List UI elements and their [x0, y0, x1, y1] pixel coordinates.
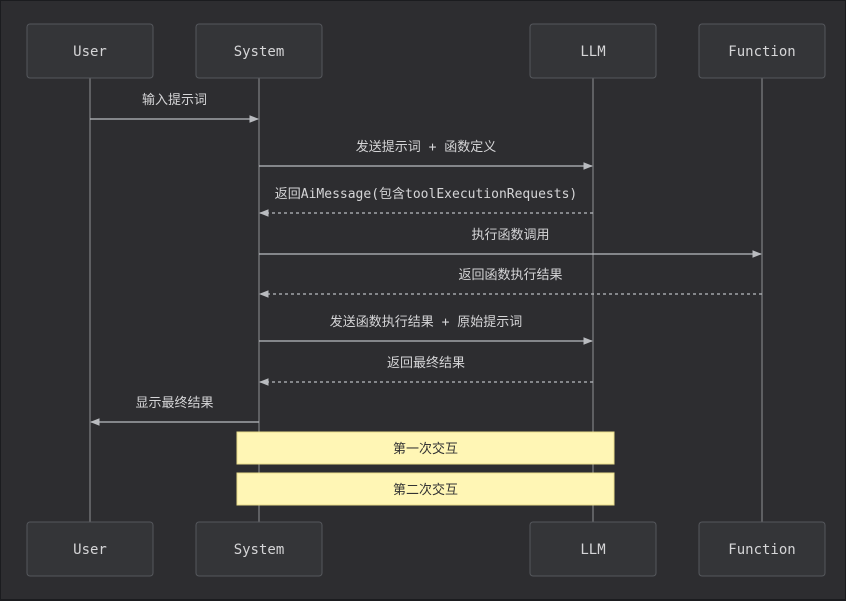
message-label-8: 显示最终结果 [135, 395, 213, 411]
message-label-1: 输入提示词 [142, 92, 207, 108]
message-label-7: 返回最终结果 [387, 355, 465, 371]
actor-label-system-top: System [234, 44, 285, 60]
actor-function-top: Function [698, 23, 826, 79]
actor-llm-bottom: LLM [529, 521, 657, 577]
message-label-2: 发送提示词 + 函数定义 [356, 139, 496, 155]
message-8: 显示最终结果 [90, 395, 259, 426]
actor-label-llm-bottom: LLM [580, 542, 605, 558]
actor-system-bottom: System [195, 521, 323, 577]
actors-bottom: User System LLM Function [26, 521, 826, 577]
actor-label-user-bottom: User [73, 542, 107, 558]
message-label-3: 返回AiMessage(包含toolExecutionRequests) [275, 186, 577, 202]
note-2: 第二次交互 [236, 472, 615, 506]
actor-label-system-bottom: System [234, 542, 285, 558]
message-label-5: 返回函数执行结果 [458, 268, 562, 283]
message-3: 返回AiMessage(包含toolExecutionRequests) [259, 186, 593, 217]
note-1: 第一次交互 [236, 431, 615, 465]
message-2: 发送提示词 + 函数定义 [259, 139, 593, 170]
actor-llm-top: LLM [529, 23, 657, 79]
note-label-1: 第一次交互 [393, 441, 458, 457]
note-label-2: 第二次交互 [393, 482, 458, 498]
sequence-diagram-canvas: 第一次交互第二次交互 输入提示词发送提示词 + 函数定义返回AiMessage(… [26, 23, 826, 577]
message-1: 输入提示词 [90, 92, 259, 123]
actor-label-function-bottom: Function [728, 542, 795, 558]
actor-user-top: User [26, 23, 154, 79]
message-4: 执行函数调用 [259, 228, 762, 258]
actor-label-function-top: Function [728, 44, 795, 60]
actors-top: User System LLM Function [26, 23, 826, 79]
message-7: 返回最终结果 [259, 355, 593, 386]
message-5: 返回函数执行结果 [259, 268, 762, 298]
message-label-4: 执行函数调用 [471, 228, 549, 243]
actor-system-top: System [195, 23, 323, 79]
notes: 第一次交互第二次交互 [236, 431, 615, 506]
message-6: 发送函数执行结果 + 原始提示词 [259, 314, 593, 345]
messages: 输入提示词发送提示词 + 函数定义返回AiMessage(包含toolExecu… [90, 92, 762, 426]
actor-user-bottom: User [26, 521, 154, 577]
actor-label-llm-top: LLM [580, 44, 605, 60]
actor-label-user-top: User [73, 44, 107, 60]
sequence-diagram: 第一次交互第二次交互 输入提示词发送提示词 + 函数定义返回AiMessage(… [0, 0, 846, 600]
actor-function-bottom: Function [698, 521, 826, 577]
message-label-6: 发送函数执行结果 + 原始提示词 [330, 314, 522, 330]
